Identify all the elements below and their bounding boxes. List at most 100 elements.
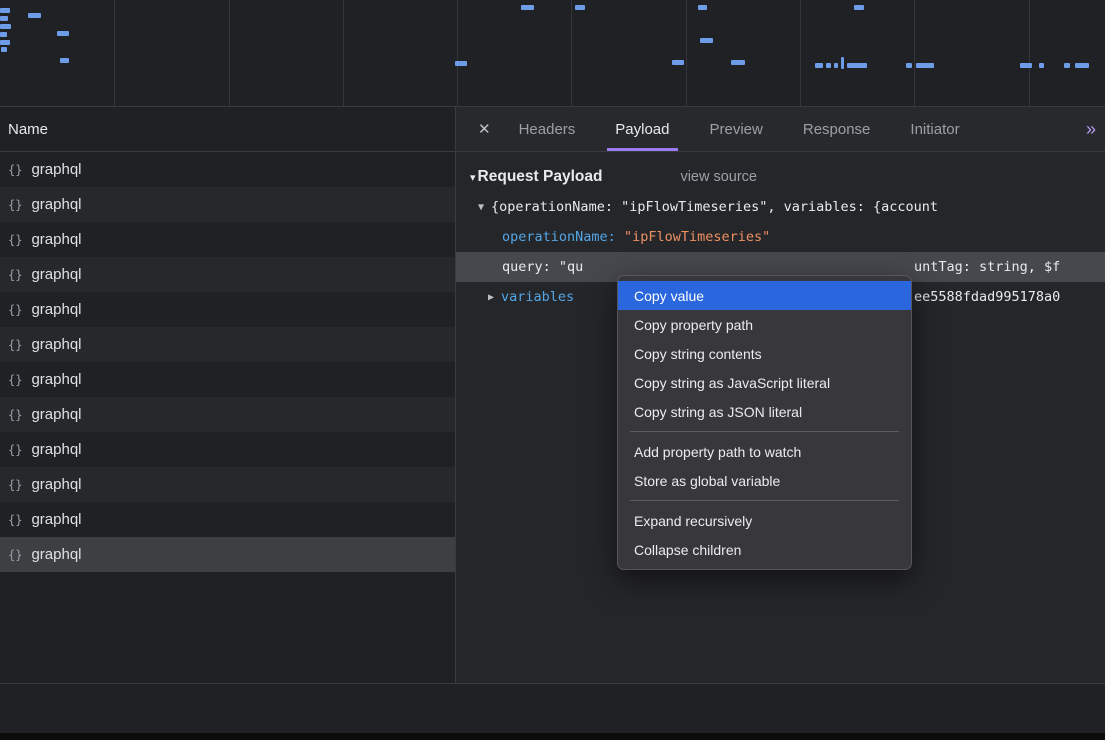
request-row[interactable]: {}graphql (0, 257, 455, 292)
overview-bar (841, 57, 844, 69)
overview-bar (0, 8, 10, 13)
request-row[interactable]: {}graphql (0, 537, 455, 572)
request-name: graphql (31, 161, 81, 178)
overview-bar (1, 47, 7, 52)
request-row[interactable]: {}graphql (0, 292, 455, 327)
request-row[interactable]: {}graphql (0, 222, 455, 257)
network-overview-timeline[interactable] (0, 0, 1110, 107)
menu-item-store-as-global-variable[interactable]: Store as global variable (618, 466, 911, 495)
menu-item-copy-string-as-javascript-literal[interactable]: Copy string as JavaScript literal (618, 368, 911, 397)
request-name: graphql (31, 511, 81, 528)
grid-line (571, 0, 572, 106)
overview-bar (906, 63, 912, 68)
overview-bar (826, 63, 831, 68)
overview-bar (815, 63, 823, 68)
menu-item-expand-recursively[interactable]: Expand recursively (618, 506, 911, 535)
grid-line (114, 0, 115, 106)
json-icon: {} (8, 408, 22, 422)
menu-item-copy-property-path[interactable]: Copy property path (618, 310, 911, 339)
overview-bar (0, 32, 7, 37)
property-key: query: (502, 259, 551, 275)
property-value-end: ee5588fdad995178a0 (914, 282, 1060, 312)
name-column-header[interactable]: Name (0, 107, 455, 152)
json-icon: {} (8, 548, 22, 562)
overview-bar (57, 31, 69, 36)
section-title: Request Payload (478, 168, 603, 186)
property-value-end: untTag: string, $f (914, 252, 1060, 282)
request-row[interactable]: {}graphql (0, 187, 455, 222)
request-name: graphql (31, 336, 81, 353)
tab-response[interactable]: Response (801, 107, 873, 151)
grid-line (1029, 0, 1030, 106)
request-row[interactable]: {}graphql (0, 502, 455, 537)
view-source-link[interactable]: view source (680, 169, 757, 185)
overview-bar (60, 58, 69, 63)
window-right-edge (1105, 0, 1110, 740)
object-disclosure-triangle[interactable]: ▼ (478, 202, 484, 213)
overview-bar (847, 63, 867, 68)
menu-item-add-property-path-to-watch[interactable]: Add property path to watch (618, 437, 911, 466)
request-payload-header[interactable]: ▾ Request Payload view source (456, 162, 1110, 192)
request-row[interactable]: {} graphql (0, 362, 455, 397)
property-value-start: "qu (559, 259, 583, 275)
detail-tabs: Headers Payload Preview Response Initiator (517, 107, 962, 151)
overview-bar (575, 5, 585, 10)
menu-item-collapse-children[interactable]: Collapse children (618, 535, 911, 564)
request-row[interactable]: {} graphql (0, 397, 455, 432)
grid-line (914, 0, 915, 106)
overview-bar (672, 60, 684, 65)
request-name: graphql (31, 371, 81, 388)
request-row[interactable]: {} graphql (0, 327, 455, 362)
close-panel-icon[interactable]: ✕ (478, 120, 491, 138)
payload-preview-line[interactable]: ▼ {operationName: "ipFlowTimeseries", va… (456, 192, 1110, 222)
tab-preview[interactable]: Preview (708, 107, 765, 151)
context-menu: Copy valueCopy property pathCopy string … (617, 275, 912, 570)
request-name: graphql (31, 301, 81, 318)
overview-bar (834, 63, 838, 68)
overview-bar (1075, 63, 1089, 68)
window-bottom-edge (0, 733, 1110, 740)
menu-separator (630, 500, 899, 501)
payload-preview-text: {operationName: "ipFlowTimeseries", vari… (491, 199, 938, 215)
overview-bar (521, 5, 534, 10)
menu-item-copy-string-as-json-literal[interactable]: Copy string as JSON literal (618, 397, 911, 426)
grid-line (343, 0, 344, 106)
json-icon: {} (8, 373, 22, 387)
overview-bar (731, 60, 745, 65)
overview-bar (1064, 63, 1070, 68)
requests-pane: Name {} graphql {} graphql {} graphql {} graphq… (0, 107, 455, 733)
property-operationName[interactable]: operationName: "ipFlowTimeseries" (456, 222, 1110, 252)
request-row[interactable]: {} graphql (0, 152, 455, 187)
more-tabs-icon[interactable]: » (1086, 119, 1094, 140)
grid-line (457, 0, 458, 106)
request-name: graphql (31, 441, 81, 458)
name-column-label: Name (8, 121, 48, 138)
menu-item-copy-string-contents[interactable]: Copy string contents (618, 339, 911, 368)
property-value: "ipFlowTimeseries" (624, 229, 770, 245)
key-value-space (551, 259, 559, 275)
json-icon: {} (8, 198, 22, 212)
json-icon: {} (8, 268, 22, 282)
key-value-space (616, 229, 624, 245)
detail-tabs-bar: ✕ Headers Payload Preview Response Initiator… (456, 107, 1110, 152)
devtools-network-panel: Name {} graphql {} graphql {} graphql {} graphq… (0, 0, 1110, 740)
grid-line (800, 0, 801, 106)
overview-bar (0, 40, 10, 45)
menu-item-copy-value[interactable]: Copy value (618, 281, 911, 310)
tab-headers[interactable]: Headers (517, 107, 578, 151)
tab-initiator[interactable]: Initiator (908, 107, 961, 151)
overview-bar (700, 38, 713, 43)
overview-bar (28, 13, 41, 18)
request-row[interactable]: {}graphql (0, 432, 455, 467)
overview-bar (0, 16, 8, 21)
section-disclosure-triangle[interactable]: ▾ (470, 171, 476, 184)
tab-payload[interactable]: Payload (613, 107, 671, 151)
json-icon: {} (8, 163, 22, 177)
request-name: graphql (31, 231, 81, 248)
request-name: graphql (31, 406, 81, 423)
variables-disclosure-triangle[interactable]: ▶ (488, 292, 494, 303)
json-icon: {} (8, 338, 22, 352)
json-icon: {} (8, 478, 22, 492)
request-row[interactable]: {}graphql (0, 467, 455, 502)
overview-bar (0, 24, 11, 29)
